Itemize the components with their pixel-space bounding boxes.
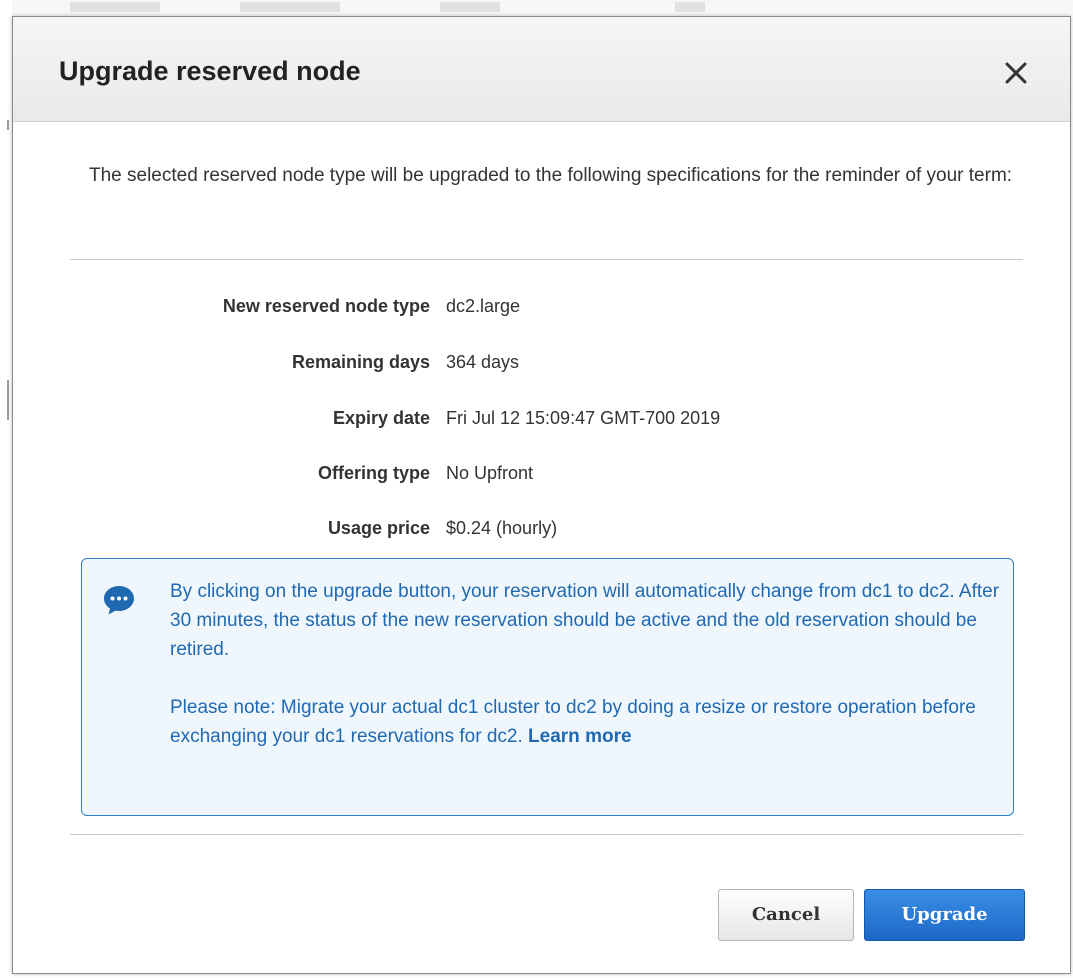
backdrop-tick [7,120,9,130]
backdrop-ghost-text [240,2,340,12]
detail-label: Remaining days [291,352,430,372]
detail-label: Offering type [317,463,430,483]
learn-more-link[interactable]: Learn more [528,726,631,747]
detail-row-offering-type: Offering type No Upfront [70,459,1023,487]
detail-value: Fri Jul 12 15:09:47 GMT-700 2019 [446,408,721,428]
info-paragraph: By clicking on the upgrade button, your … [170,581,1000,660]
backdrop-ghost-text [440,2,500,12]
detail-label: Expiry date [332,408,430,428]
dialog-header: Upgrade reserved node [13,17,1070,122]
detail-row-remaining-days: Remaining days 364 days [70,348,1023,376]
dialog-intro-text: The selected reserved node type will be … [89,165,1013,186]
backdrop-left-edge [0,0,12,978]
detail-value: dc2.large [446,296,521,316]
backdrop-ghost-text [675,2,705,12]
upgrade-button[interactable]: Upgrade [864,889,1025,941]
detail-label: Usage price [327,518,430,538]
chat-bubble-icon [102,583,136,617]
info-alert-text: By clicking on the upgrade button, your … [170,577,1010,751]
dialog-title: Upgrade reserved node [59,56,361,86]
close-icon[interactable] [1004,61,1028,85]
backdrop-tick [7,380,9,420]
backdrop-table-strip [0,0,1073,16]
info-paragraph-note: Please note: Migrate your actual dc1 clu… [170,693,1010,751]
detail-value: 364 days [446,352,520,372]
detail-value: No Upfront [446,463,534,483]
upgrade-reserved-node-dialog: Upgrade reserved node The selected reser… [12,16,1071,974]
info-alert: By clicking on the upgrade button, your … [81,558,1014,816]
cancel-button[interactable]: Cancel [718,889,854,941]
divider [70,834,1023,835]
backdrop-ghost-text [70,2,160,12]
detail-row-expiry-date: Expiry date Fri Jul 12 15:09:47 GMT-700 … [70,404,1023,432]
detail-row-node-type: New reserved node type dc2.large [70,292,1023,320]
detail-value: $0.24 (hourly) [446,518,558,538]
detail-label: New reserved node type [222,296,430,316]
divider [70,259,1023,260]
detail-row-usage-price: Usage price $0.24 (hourly) [70,514,1023,542]
